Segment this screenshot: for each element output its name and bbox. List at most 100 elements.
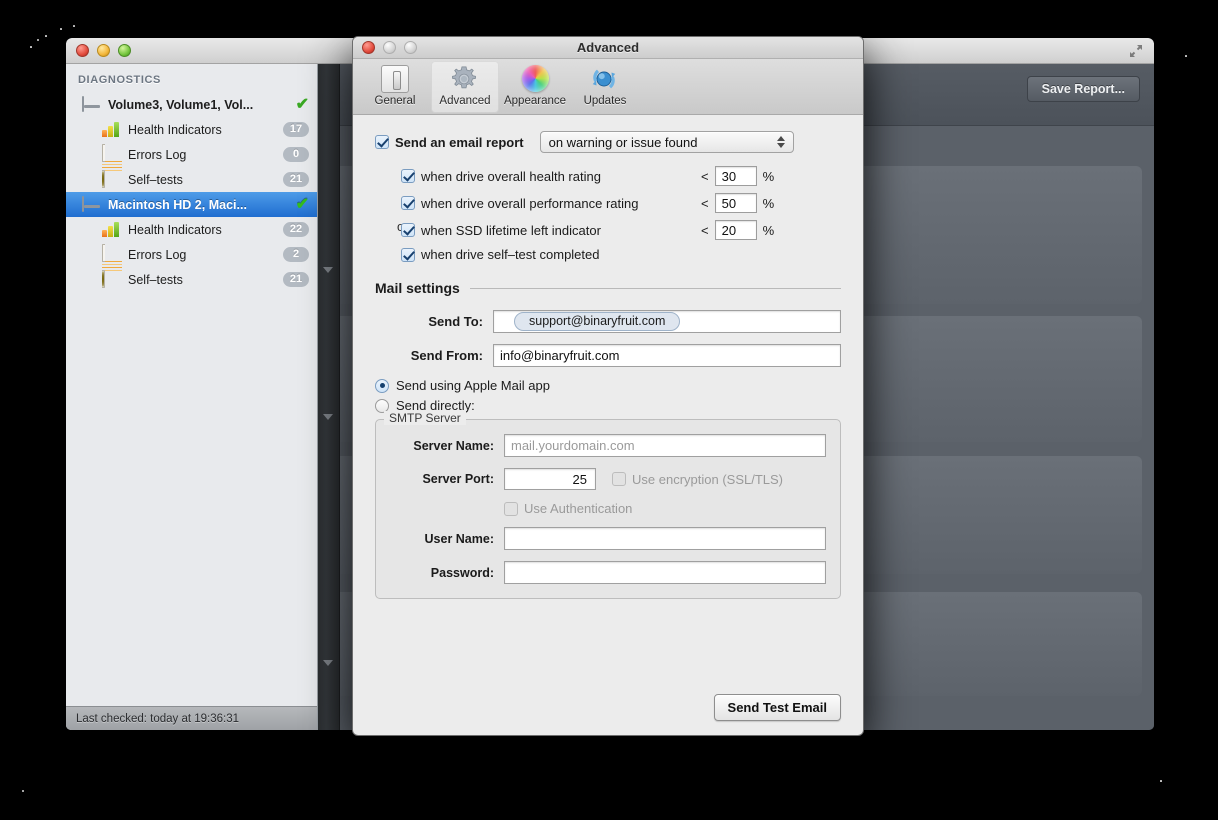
user-name-label: User Name: xyxy=(424,531,494,546)
send-email-report-label: Send an email report xyxy=(395,134,524,150)
condition-performance-rating-checkbox[interactable] xyxy=(401,196,415,210)
use-authentication-checkbox[interactable] xyxy=(504,501,518,516)
desktop-speck xyxy=(73,25,75,27)
server-port-row: Server Port: 25 Use encryption (SSL/TLS) xyxy=(376,468,826,490)
sidebar-item-errors-log[interactable]: Errors Log 0 xyxy=(66,142,317,188)
sidebar-item-label: Errors Log xyxy=(128,147,187,162)
use-encryption-checkbox[interactable] xyxy=(612,472,626,486)
sheet-footer: Send Test Email xyxy=(353,682,863,735)
sidebar-item-label: Errors Log xyxy=(128,247,187,262)
advanced-preferences-window[interactable]: Advanced General Advanced Appearance Upd… xyxy=(352,36,864,736)
tab-general[interactable]: General xyxy=(361,61,429,113)
tab-updates[interactable]: Updates xyxy=(571,61,639,113)
condition-ssd-lifetime: when SSD lifetime left indicator < 20 % xyxy=(401,220,841,240)
expand-arrows-icon[interactable] xyxy=(1128,43,1144,59)
sheet-zoom-button xyxy=(404,41,417,54)
badge-count: 2 xyxy=(283,247,309,262)
send-email-report-checkbox[interactable] xyxy=(375,135,389,149)
panel-divider-strip xyxy=(318,64,340,730)
pie-icon xyxy=(102,270,122,288)
user-name-input[interactable] xyxy=(504,527,826,550)
email-trigger-value: on warning or issue found xyxy=(548,134,698,150)
tab-appearance[interactable]: Appearance xyxy=(501,61,569,113)
use-authentication-group[interactable]: Use Authentication xyxy=(504,501,632,516)
last-checked-status: Last checked: today at 19:36:31 xyxy=(66,706,317,730)
desktop-speck xyxy=(22,790,24,792)
password-label: Password: xyxy=(430,565,494,580)
sheet-titlebar: Advanced xyxy=(353,37,863,59)
color-wheel-icon xyxy=(519,64,551,94)
server-port-input[interactable]: 25 xyxy=(504,468,596,490)
sidebar-item-self-tests[interactable]: Self–tests 21 xyxy=(66,167,317,192)
sidebar-item-errors-log-2[interactable]: Errors Log 2 xyxy=(66,242,317,288)
sidebar-item-label: Health Indicators xyxy=(128,122,222,137)
sidebar-item-self-tests-2[interactable]: Self–tests 21 xyxy=(66,267,317,292)
sidebar-item-volume3[interactable]: Volume3, Volume1, Vol... ✔ xyxy=(66,92,317,117)
condition-health-rating-checkbox[interactable] xyxy=(401,169,415,183)
zoom-button[interactable] xyxy=(118,44,131,57)
window-title: Advanced xyxy=(576,40,640,55)
log-icon xyxy=(102,143,122,188)
pie-icon xyxy=(102,170,122,188)
condition-self-test-completed: when drive self–test completed xyxy=(401,247,841,262)
sidebar-list: Volume3, Volume1, Vol... ✔ Health Indica… xyxy=(66,92,317,706)
condition-ssd-lifetime-checkbox[interactable] xyxy=(401,223,415,237)
stepper-arrows-icon xyxy=(776,136,785,148)
close-button[interactable] xyxy=(76,44,89,57)
disclosure-triangle-icon[interactable] xyxy=(323,267,333,273)
condition-label: when drive overall health rating xyxy=(421,168,601,184)
sidebar-item-label: Self–tests xyxy=(128,272,183,287)
tab-advanced[interactable]: Advanced xyxy=(431,61,499,113)
radio-apple-mail-row[interactable]: Send using Apple Mail app xyxy=(375,378,841,393)
bar-chart-icon xyxy=(102,121,122,138)
badge-count: 0 xyxy=(283,147,309,162)
minimize-button[interactable] xyxy=(97,44,110,57)
use-authentication-row[interactable]: Use Authentication xyxy=(376,501,826,516)
section-divider xyxy=(469,287,841,289)
desktop-speck xyxy=(1185,55,1187,57)
server-port-label: Server Port: xyxy=(422,472,494,486)
sidebar-item-health-indicators[interactable]: Health Indicators 17 xyxy=(66,117,317,142)
send-from-input[interactable]: info@binaryfruit.com xyxy=(493,344,841,367)
tab-label: Advanced xyxy=(439,95,491,107)
email-trigger-select[interactable]: on warning or issue found xyxy=(539,131,794,153)
radio-apple-mail-label: Send using Apple Mail app xyxy=(396,378,550,393)
save-report-button[interactable]: Save Report... xyxy=(1026,76,1140,102)
send-email-report-row: Send an email report on warning or issue… xyxy=(375,131,841,153)
bar-chart-icon xyxy=(102,221,122,238)
operator-label: < xyxy=(701,222,709,238)
unit-label: % xyxy=(762,195,775,211)
tab-label: Appearance xyxy=(503,95,567,107)
desktop-speck xyxy=(45,35,47,37)
sheet-close-button[interactable] xyxy=(362,41,375,54)
condition-health-rating: when drive overall health rating < 30 % xyxy=(401,166,841,186)
sidebar-item-health-indicators-2[interactable]: Health Indicators 22 xyxy=(66,217,317,242)
ssd-lifetime-threshold-input[interactable]: 20 xyxy=(714,220,757,240)
disclosure-triangle-icon[interactable] xyxy=(323,414,333,420)
use-encryption-row[interactable]: Use encryption (SSL/TLS) xyxy=(612,472,783,487)
condition-self-test-checkbox[interactable] xyxy=(401,247,415,262)
disclosure-triangle-icon[interactable] xyxy=(323,660,333,666)
smtp-caption: SMTP Server xyxy=(384,411,466,425)
radio-apple-mail[interactable] xyxy=(375,378,389,393)
sidebar-item-label: Self–tests xyxy=(128,172,183,187)
password-input[interactable] xyxy=(504,561,826,584)
sidebar-item-label: Macintosh HD 2, Maci... xyxy=(108,197,247,212)
server-name-label: Server Name: xyxy=(413,438,494,453)
sidebar-item-macintosh-hd-2[interactable]: Macintosh HD 2, Maci... ✔ xyxy=(66,192,317,217)
drive-icon xyxy=(82,195,102,213)
server-name-input[interactable]: mail.yourdomain.com xyxy=(504,434,826,457)
performance-rating-threshold-input[interactable]: 50 xyxy=(714,193,757,213)
recipient-chip[interactable]: support@binaryfruit.com xyxy=(514,312,681,331)
health-rating-threshold-input[interactable]: 30 xyxy=(714,166,757,186)
send-to-label: Send To: xyxy=(428,314,483,329)
condition-label: when drive self–test completed xyxy=(421,247,600,262)
desktop-speck xyxy=(1160,780,1162,782)
use-encryption-label: Use encryption (SSL/TLS) xyxy=(632,471,784,487)
send-to-input[interactable]: support@binaryfruit.com xyxy=(493,310,841,333)
status-check-icon: ✔ xyxy=(295,195,309,213)
send-test-email-button[interactable]: Send Test Email xyxy=(713,694,841,721)
badge-count: 17 xyxy=(283,122,309,137)
send-from-row: Send From: info@binaryfruit.com xyxy=(375,344,841,367)
background-traffic-lights xyxy=(76,44,131,57)
